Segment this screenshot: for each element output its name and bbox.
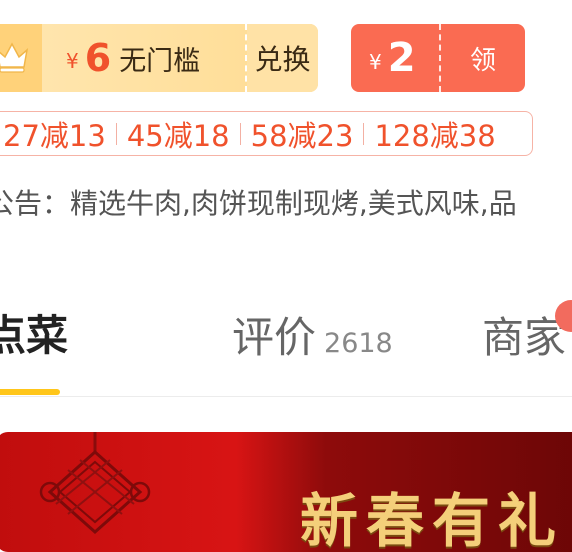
discount-tiers[interactable]: 27减13 45减18 58减23 128减38 bbox=[0, 111, 533, 156]
discount-tier: 128减38 bbox=[374, 118, 496, 153]
coupon-red-value: ¥ 2 bbox=[369, 24, 416, 92]
tab-order[interactable]: 点菜 bbox=[0, 302, 68, 363]
coupon-red-amount: 2 bbox=[387, 35, 416, 81]
tab-reviews-count: 2618 bbox=[324, 328, 393, 359]
coupon-gold-amount: 6 bbox=[84, 36, 112, 80]
coupon-red[interactable]: ¥ 2 领 bbox=[351, 24, 525, 92]
coupon-gold-currency: ¥ bbox=[66, 49, 79, 73]
discount-tier: 58减23 bbox=[250, 118, 354, 153]
tab-reviews-label: 评价 bbox=[232, 313, 317, 362]
coupon-gold-value: ¥ 6 无门槛 bbox=[66, 24, 200, 92]
claim-button[interactable]: 领 bbox=[441, 24, 525, 92]
tab-reviews[interactable]: 评价 2618 bbox=[232, 304, 393, 365]
coupon-red-currency: ¥ bbox=[369, 50, 382, 74]
tab-active-indicator bbox=[0, 389, 60, 395]
chinese-knot-icon bbox=[39, 432, 151, 535]
coupon-gold-description: 无门槛 bbox=[119, 45, 201, 77]
discount-tier: 45减18 bbox=[126, 118, 230, 153]
tab-merchant[interactable]: 商家 bbox=[482, 304, 566, 365]
banner-title: 新春有礼 bbox=[300, 487, 565, 552]
store-notice[interactable]: 公告：精选牛肉,肉饼现制现烤,美式风味,品 bbox=[0, 180, 572, 224]
coupon-gold[interactable]: ¥ 6 无门槛 兑换 bbox=[0, 24, 318, 92]
crown-icon bbox=[0, 42, 29, 73]
redeem-button[interactable]: 兑换 bbox=[247, 24, 318, 92]
crown-badge bbox=[0, 24, 42, 92]
promo-banner[interactable]: 新春有礼 bbox=[0, 432, 572, 552]
tab-divider bbox=[0, 396, 572, 397]
discount-tier: 27减13 bbox=[3, 118, 106, 153]
